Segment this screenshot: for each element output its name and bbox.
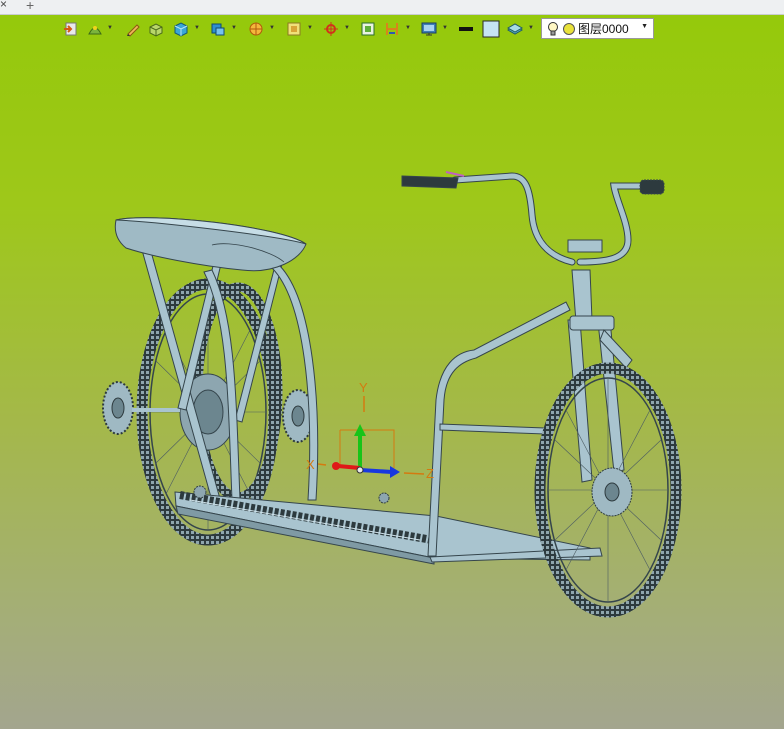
coordinate-triad[interactable]: Y X Z	[306, 380, 434, 481]
left-chainring[interactable]	[102, 381, 134, 435]
triad-x-handle[interactable]	[317, 463, 327, 466]
handlebar[interactable]	[401, 171, 665, 266]
triad-handle-box	[340, 429, 395, 468]
seat-basin[interactable]	[114, 217, 307, 272]
front-wheel[interactable]	[534, 362, 682, 618]
triad-z-axis[interactable]	[359, 468, 393, 474]
triad-x-axis[interactable]	[337, 464, 361, 470]
triad-x-knob	[332, 462, 340, 470]
bicycle-model[interactable]: Y X Z	[0, 0, 784, 729]
deck-bolt	[378, 492, 390, 504]
triad-x-label: X	[306, 457, 315, 472]
triad-y-label: Y	[359, 380, 368, 395]
deck-bolt	[193, 485, 207, 499]
triad-origin[interactable]	[356, 466, 364, 474]
triad-z-handle[interactable]	[403, 472, 425, 475]
triad-z-arrow	[390, 466, 400, 478]
triad-z-label: Z	[426, 466, 434, 481]
